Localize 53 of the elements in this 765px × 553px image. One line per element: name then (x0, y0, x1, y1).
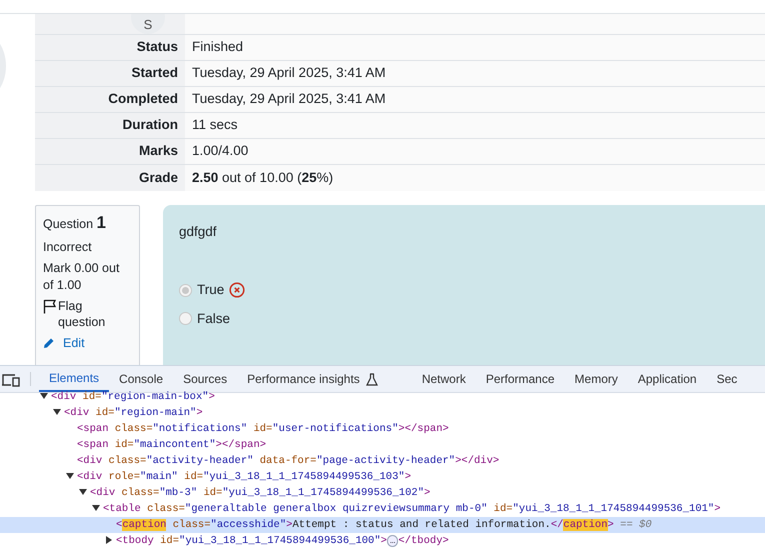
row-label: Completed (35, 87, 185, 112)
devtools-tab[interactable]: Memory (564, 366, 628, 392)
row-value: Tuesday, 29 April 2025, 3:41 AM (192, 64, 386, 82)
question-label: Question (43, 217, 94, 231)
device-toolbar-icon[interactable] (2, 373, 20, 387)
flag-question-link[interactable]: Flag question (58, 298, 132, 330)
radio-button[interactable] (179, 312, 192, 326)
pencil-icon[interactable] (43, 337, 55, 350)
devtools-tab[interactable]: Network (412, 366, 476, 392)
dom-node-line[interactable]: <span class="notifications" id="user-notifications"></span> (77, 421, 449, 437)
dom-node-line[interactable]: <table class="generaltable generalbox quizreviewsummary mb-0" id="yui_3_18_1_1_1745894499536_101"> (103, 501, 721, 517)
question-state: Incorrect (43, 239, 93, 256)
expand-caret-icon[interactable] (66, 472, 74, 480)
row-label: Grade (35, 165, 185, 191)
row-label: Status (35, 35, 185, 60)
expand-caret-icon[interactable] (53, 408, 61, 416)
devtools-tab[interactable]: Application (628, 366, 707, 392)
row-value: 2.50 out of 10.00 (25%) (192, 168, 334, 187)
option-label: True (197, 281, 224, 300)
dom-node-line[interactable]: <div id="region-main"> (64, 405, 203, 421)
radio-button[interactable] (179, 284, 192, 297)
flag-icon[interactable] (43, 298, 56, 314)
devtools-tab[interactable]: Performance (476, 366, 565, 392)
row-label: Marks (35, 139, 185, 164)
user-avatar: S (131, 14, 165, 34)
dom-node-line[interactable]: <div id="region-main-box"> (51, 389, 215, 405)
dom-node-line[interactable]: <tbody id="yui_3_18_1_1_1745894499536_100"> … </tbody> (116, 533, 449, 549)
row-value: Tuesday, 29 April 2025, 3:41 AM (192, 90, 386, 108)
row-label: Started (35, 61, 185, 86)
dom-node-line[interactable]: <div role="main" id="yui_3_18_1_1_1745894499536_103"> (77, 469, 412, 485)
edit-question-link[interactable]: Edit (63, 335, 85, 352)
option-label: False (197, 310, 230, 328)
dom-node-line[interactable]: <span id="maincontent"></span> (77, 437, 266, 453)
expand-ellipsis-button[interactable]: … (386, 535, 398, 547)
expand-caret-icon[interactable] (92, 504, 100, 512)
question-text: gdfgdf (179, 223, 218, 241)
row-value: Finished (192, 38, 244, 56)
row-value: 1.00/4.00 (192, 142, 248, 160)
question-mark: Mark 0.00 out of 1.00 (43, 260, 120, 293)
expand-caret-icon[interactable] (79, 488, 87, 496)
devtools-tab[interactable]: Sec (706, 366, 738, 392)
expand-caret-icon[interactable] (40, 392, 48, 400)
dom-node-line[interactable]: <div class="activity-header" data-for="page-activity-header"></div> (77, 453, 500, 469)
devtools-tab[interactable]: Sources (173, 366, 238, 392)
row-value: 11 secs (192, 116, 238, 134)
collapse-caret-icon[interactable] (105, 536, 113, 544)
question-number: 1 (96, 213, 106, 232)
dom-node-line[interactable]: <div class="mb-3" id="yui_3_18_1_1_1745894499536_102"> (90, 485, 430, 501)
row-label: Duration (35, 113, 185, 138)
flask-icon (366, 372, 378, 386)
devtools-tab[interactable]: Console (109, 366, 174, 392)
devtools-tab[interactable]: Elements (39, 366, 110, 392)
devtools-tab[interactable]: Performance insights (237, 366, 412, 392)
